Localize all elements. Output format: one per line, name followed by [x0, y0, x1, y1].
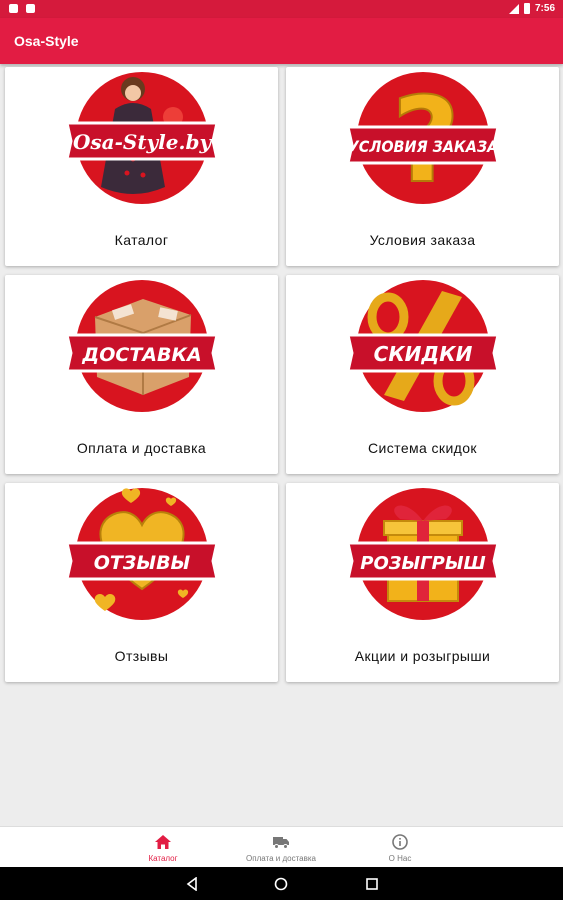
notification-icon	[26, 4, 35, 13]
system-navigation-bar	[0, 867, 563, 900]
home-icon	[155, 835, 171, 849]
percent-icon: СКИДКИ	[346, 280, 500, 412]
battery-icon	[523, 3, 530, 14]
card-payment-delivery-label: Оплата и доставка	[76, 440, 207, 456]
catalog-girl-photo-icon: Osa-Style.by	[65, 72, 219, 204]
discount-banner-text: СКИДКИ	[374, 342, 473, 366]
gift-box-icon: РОЗЫГРЫШ	[346, 488, 500, 620]
card-reviews-label: Отзывы	[114, 648, 169, 664]
card-catalog[interactable]: Osa-Style.by Каталог	[5, 67, 278, 266]
recents-icon[interactable]	[365, 877, 379, 891]
app-title: Osa-Style	[14, 33, 79, 49]
card-reviews[interactable]: ОТЗЫВЫ Отзывы	[5, 483, 278, 682]
card-payment-delivery[interactable]: ДОСТАВКА Оплата и доставка	[5, 275, 278, 474]
card-order-conditions[interactable]: ? УСЛОВИЯ ЗАКАЗА Условия заказа	[286, 67, 559, 266]
nav-item-about[interactable]: О Нас	[330, 827, 470, 868]
info-icon	[392, 834, 408, 850]
order-banner-text: УСЛОВИЯ ЗАКАЗА	[348, 137, 499, 156]
card-promotions-giveaways[interactable]: РОЗЫГРЫШ Акции и розыгрыши	[286, 483, 559, 682]
home-button-icon[interactable]	[274, 877, 288, 891]
card-order-conditions-label: Условия заказа	[369, 232, 476, 248]
notification-icons	[9, 4, 35, 13]
card-promotions-giveaways-label: Акции и розыгрыши	[354, 648, 491, 664]
card-catalog-label: Каталог	[114, 232, 169, 248]
giveaway-banner-text: РОЗЫГРЫШ	[360, 553, 485, 574]
nav-label-about: О Нас	[388, 854, 412, 863]
app-bar: Osa-Style	[0, 18, 563, 64]
card-discount-system-label: Система скидок	[368, 440, 477, 456]
truck-icon	[273, 837, 289, 849]
delivery-banner-text: ДОСТАВКА	[81, 344, 201, 366]
golden-hearts-icon: ОТЗЫВЫ	[65, 488, 219, 620]
reviews-banner-text: ОТЗЫВЫ	[94, 552, 191, 574]
bottom-navigation: Каталог Оплата и доставка О Нас	[0, 826, 563, 867]
back-icon[interactable]	[185, 877, 199, 891]
catalog-banner-text: Osa-Style.by	[73, 130, 213, 154]
question-mark-icon: ? УСЛОВИЯ ЗАКАЗА	[346, 70, 500, 210]
clock: 7:56	[534, 3, 555, 14]
notification-icon	[9, 4, 18, 13]
parcel-box-icon: ДОСТАВКА	[65, 280, 219, 412]
signal-icon	[508, 3, 519, 14]
status-bar: 7:56	[0, 0, 563, 18]
card-discount-system[interactable]: СКИДКИ Система скидок	[286, 275, 559, 474]
